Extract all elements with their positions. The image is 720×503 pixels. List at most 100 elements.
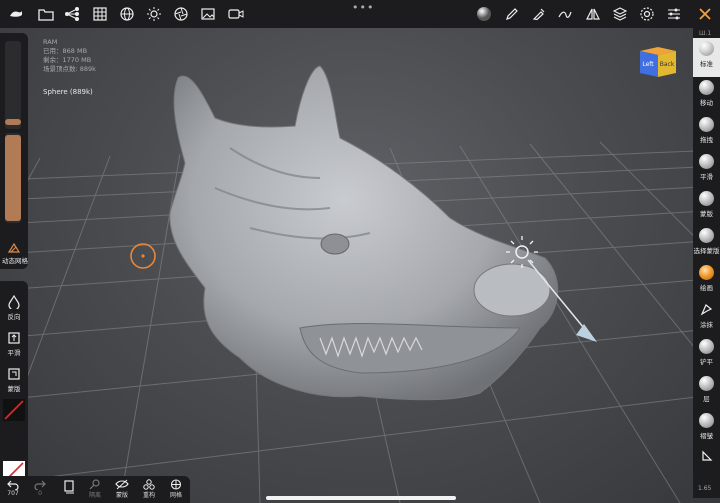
triangle-ruler-icon xyxy=(701,450,712,461)
image-icon[interactable] xyxy=(198,4,218,24)
top-toolbar: ••• xyxy=(0,0,720,28)
isolate-button[interactable]: 隔离 xyxy=(84,479,106,499)
bottom-toolbar: 707 0 隔离 蒙版 重构 网格 xyxy=(0,476,190,503)
aperture-icon[interactable] xyxy=(171,4,191,24)
brush-drag[interactable]: 拖拽 xyxy=(693,117,720,144)
mesh-name: Sphere (889k) xyxy=(43,88,93,96)
brush-layer-label: 层 xyxy=(703,395,710,403)
ram-free: 剩余：1770 MB xyxy=(43,56,92,64)
drop-icon xyxy=(8,295,20,309)
layers-icon[interactable] xyxy=(610,4,630,24)
brush-mask[interactable]: 蒙版 xyxy=(693,191,720,218)
drag-brush-icon xyxy=(699,117,714,132)
flatten-brush-icon xyxy=(699,339,714,354)
home-indicator xyxy=(266,496,456,500)
undo-button[interactable]: 707 xyxy=(2,479,24,497)
view-cube[interactable]: Left Back xyxy=(636,43,680,79)
redo-icon xyxy=(34,480,46,490)
right-brush-panel: 标准 移动 拖拽 平滑 蒙版 选择蒙版 绘画 涂抹 铲平 层 褶皱 xyxy=(693,28,720,498)
scene-face-count: 场景顶点数: 889k xyxy=(43,65,96,73)
document-icon xyxy=(64,480,74,494)
brush-drag-label: 拖拽 xyxy=(700,136,713,144)
brush-panel-header: Ш.1 xyxy=(699,30,712,37)
sliders-icon[interactable] xyxy=(664,4,684,24)
brush-move-label: 移动 xyxy=(700,99,713,107)
mask-brush-icon xyxy=(699,191,714,206)
smooth-brush-icon xyxy=(699,154,714,169)
tools-orange-icon[interactable] xyxy=(695,4,715,24)
light-settings-icon[interactable] xyxy=(144,4,164,24)
mask-icon xyxy=(8,368,20,380)
invert-tool[interactable]: 反向 xyxy=(0,295,28,321)
3d-viewport[interactable] xyxy=(0,28,720,503)
layer-brush-icon xyxy=(699,376,714,391)
material-sphere-icon[interactable] xyxy=(474,4,494,24)
folder-icon[interactable] xyxy=(36,4,56,24)
remesh-label: 重构 xyxy=(142,492,155,499)
paint-brush-icon xyxy=(699,265,714,280)
radius-slider-handle[interactable] xyxy=(5,119,21,125)
brush-paint-label: 绘画 xyxy=(700,284,713,292)
scene-tree-icon[interactable] xyxy=(62,4,82,24)
brush-flatten[interactable]: 铲平 xyxy=(693,339,720,366)
brush-mask-label: 蒙版 xyxy=(700,210,713,218)
redo-count: 0 xyxy=(38,490,42,497)
brush-smudge-label: 涂抹 xyxy=(700,321,713,329)
left-slider-panel xyxy=(0,33,28,269)
globe-icon[interactable] xyxy=(117,4,137,24)
more-brushes[interactable] xyxy=(693,450,720,464)
brush-layer[interactable]: 层 xyxy=(693,376,720,403)
symmetry-icon[interactable] xyxy=(583,4,603,24)
smooth-label: 平滑 xyxy=(7,349,21,357)
color-picker-icon[interactable] xyxy=(529,4,549,24)
app-logo-icon[interactable] xyxy=(6,4,26,24)
brush-standard[interactable]: 标准 xyxy=(693,38,720,77)
settings-gear-icon[interactable] xyxy=(637,4,657,24)
cursor-gizmo-icon xyxy=(130,243,156,269)
remesh-button[interactable]: 重构 xyxy=(138,479,160,499)
ram-used: 已用：868 MB xyxy=(43,47,88,55)
brush-crease[interactable]: 褶皱 xyxy=(693,413,720,440)
redo-button[interactable]: 0 xyxy=(29,479,51,497)
brush-select-mask[interactable]: 选择蒙版 xyxy=(693,228,720,255)
wireframe-label: 网格 xyxy=(169,492,182,499)
zoom-level: 1.65 xyxy=(698,485,712,492)
mask-tool[interactable]: 蒙版 xyxy=(0,367,28,393)
undo-icon xyxy=(7,480,19,490)
sculpt-model[interactable] xyxy=(169,65,559,401)
brush-paint[interactable]: 绘画 xyxy=(693,265,720,292)
left-tool-panel: 反向 平滑 蒙版 xyxy=(0,281,28,491)
memory-stats: RAM 已用：868 MB 剩余：1770 MB 场景顶点数: 889k xyxy=(43,38,96,74)
document-menu-button[interactable] xyxy=(58,479,80,495)
radius-slider[interactable] xyxy=(5,41,21,129)
wireframe-button[interactable]: 网格 xyxy=(165,479,187,499)
video-camera-icon[interactable] xyxy=(226,4,246,24)
brush-crease-label: 褶皱 xyxy=(700,432,713,440)
brush-select-mask-label: 选择蒙版 xyxy=(693,247,720,255)
brush-standard-label: 标准 xyxy=(700,60,713,68)
stroke-icon[interactable] xyxy=(555,4,575,24)
smudge-brush-icon xyxy=(699,302,714,317)
brush-smudge[interactable]: 涂抹 xyxy=(693,302,720,329)
standard-brush-icon xyxy=(699,41,714,56)
brush-pen-icon[interactable] xyxy=(502,4,522,24)
brush-flatten-label: 铲平 xyxy=(700,358,713,366)
smooth-tool[interactable]: 平滑 xyxy=(0,331,28,357)
brush-move[interactable]: 移动 xyxy=(693,80,720,107)
move-brush-icon xyxy=(699,80,714,95)
secondary-color-swatch[interactable] xyxy=(3,399,25,421)
cube-back-label: Back xyxy=(660,61,675,68)
dynamic-mesh-label[interactable]: 动态网格 xyxy=(0,255,30,265)
ram-label: RAM xyxy=(43,38,58,46)
crease-brush-icon xyxy=(699,413,714,428)
wireframe-sphere-icon xyxy=(170,479,182,490)
more-dots-icon[interactable]: ••• xyxy=(352,1,374,14)
undo-count: 707 xyxy=(7,490,19,497)
intensity-slider-fill[interactable] xyxy=(5,135,21,221)
topology-grid-icon[interactable] xyxy=(90,4,110,24)
select-mask-brush-icon xyxy=(699,228,714,243)
invert-label: 反向 xyxy=(7,313,21,321)
mask-visibility-button[interactable]: 蒙版 xyxy=(111,479,133,499)
brush-smooth[interactable]: 平滑 xyxy=(693,154,720,181)
eye-hidden-icon xyxy=(115,479,129,490)
